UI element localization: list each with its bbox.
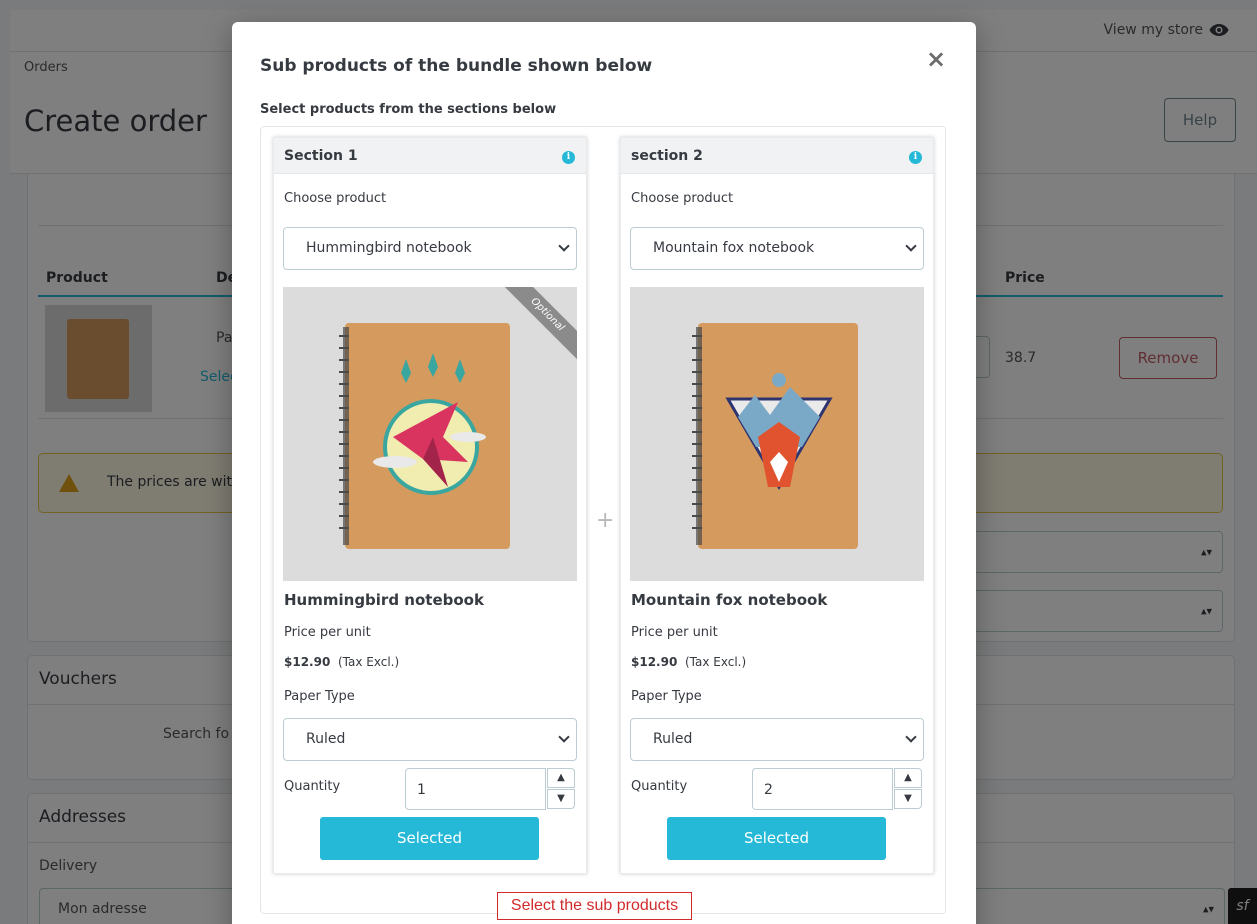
chevron-down-icon (558, 731, 570, 743)
section-title: Section 1 (284, 148, 358, 164)
mountain-fox-notebook-image (692, 323, 858, 549)
paper-type-label: Paper Type (631, 689, 702, 704)
paper-type-value: Ruled (306, 731, 346, 747)
paper-type-select[interactable]: Ruled (630, 718, 924, 761)
chevron-up-icon[interactable]: ▲ (547, 768, 575, 788)
modal-title: Sub products of the bundle shown below (260, 56, 653, 76)
paper-type-value: Ruled (653, 731, 693, 747)
tax-note: (Tax Excl.) (337, 655, 400, 669)
section-card: Section 1 i Choose product Hummingbird n… (273, 137, 587, 874)
product-select[interactable]: Hummingbird notebook (283, 227, 577, 270)
chevron-down-icon (905, 731, 917, 743)
product-name: Mountain fox notebook (631, 591, 828, 609)
section-header: Section 1 i (274, 138, 586, 174)
price-per-unit-label: Price per unit (631, 625, 718, 640)
info-icon[interactable]: i (909, 151, 922, 164)
section-card: section 2 i Choose product Mountain fox … (620, 137, 934, 874)
quantity-input[interactable]: 2 (752, 768, 893, 810)
chevron-down-icon (558, 240, 570, 252)
product-name: Hummingbird notebook (284, 591, 484, 609)
chevron-down-icon[interactable]: ▼ (547, 789, 575, 809)
paper-type-label: Paper Type (284, 689, 355, 704)
chevron-down-icon[interactable]: ▼ (894, 789, 922, 809)
product-image (630, 287, 924, 581)
price-per-unit-label: Price per unit (284, 625, 371, 640)
chevron-up-icon[interactable]: ▲ (894, 768, 922, 788)
close-icon[interactable]: × (924, 47, 948, 72)
bundle-modal: Sub products of the bundle shown below ×… (232, 22, 976, 924)
quantity-label: Quantity (284, 779, 341, 794)
quantity-value: 2 (764, 782, 773, 798)
price-value: $12.90 (284, 655, 331, 669)
quantity-label: Quantity (631, 779, 688, 794)
price-value: $12.90 (631, 655, 678, 669)
section-title: section 2 (631, 148, 703, 164)
info-icon[interactable]: i (562, 151, 575, 164)
selected-button[interactable]: Selected (667, 817, 886, 860)
hint-annotation: Select the sub products (497, 892, 692, 920)
product-select-value: Mountain fox notebook (653, 240, 815, 256)
unit-price: $12.90 (Tax Excl.) (284, 655, 399, 669)
tax-note: (Tax Excl.) (684, 655, 747, 669)
unit-price: $12.90 (Tax Excl.) (631, 655, 746, 669)
selected-button[interactable]: Selected (320, 817, 539, 860)
plus-icon: + (596, 508, 615, 533)
hummingbird-notebook-image (339, 323, 510, 549)
paper-type-select[interactable]: Ruled (283, 718, 577, 761)
product-select-value: Hummingbird notebook (306, 240, 472, 256)
choose-product-label: Choose product (284, 191, 387, 206)
modal-subtitle: Select products from the sections below (260, 102, 557, 117)
section-header: section 2 i (621, 138, 933, 174)
product-select[interactable]: Mountain fox notebook (630, 227, 924, 270)
chevron-down-icon (905, 240, 917, 252)
product-image: Optional (283, 287, 577, 581)
choose-product-label: Choose product (631, 191, 734, 206)
quantity-value: 1 (417, 782, 426, 798)
quantity-input[interactable]: 1 (405, 768, 546, 810)
